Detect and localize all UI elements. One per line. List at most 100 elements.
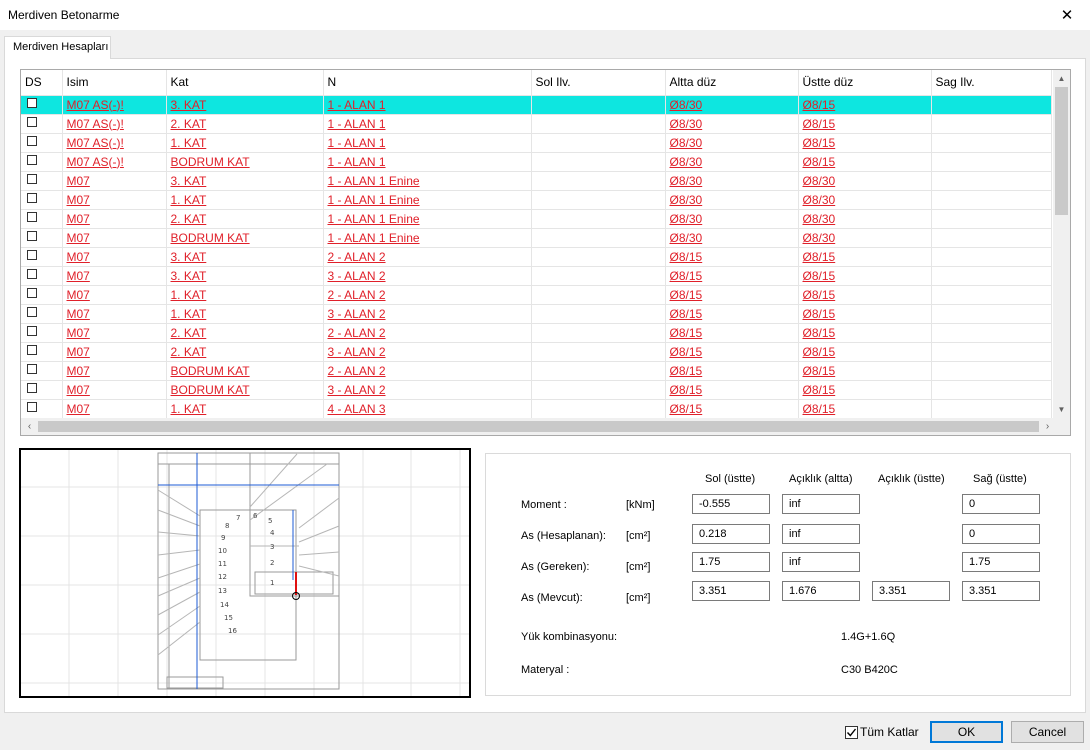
kat-link[interactable]: BODRUM KAT [171, 155, 250, 169]
table-row[interactable]: M07 1. KAT 3 - ALAN 2 Ø8/15 Ø8/15 [21, 304, 1052, 324]
ds-checkbox[interactable] [27, 383, 37, 394]
ds-checkbox[interactable] [27, 174, 37, 185]
ds-checkbox[interactable] [27, 212, 37, 223]
n-link[interactable]: 1 - ALAN 1 Enine [328, 193, 420, 207]
ds-checkbox[interactable] [27, 364, 37, 375]
isim-link[interactable]: M07 [67, 193, 90, 207]
altta-duz-link[interactable]: Ø8/30 [670, 193, 703, 207]
table-row[interactable]: M07 BODRUM KAT 1 - ALAN 1 Enine Ø8/30 Ø8/30 [21, 228, 1052, 248]
ustte-duz-link[interactable]: Ø8/15 [803, 383, 836, 397]
n-link[interactable]: 1 - ALAN 1 [328, 117, 386, 131]
tab-merdiven-hesaplari[interactable]: Merdiven Hesapları [4, 36, 111, 59]
tum-katlar-checkbox[interactable]: Tüm Katlar [845, 725, 919, 739]
col-header-kat[interactable]: Kat [166, 70, 324, 96]
kat-link[interactable]: 1. KAT [171, 193, 207, 207]
altta-duz-link[interactable]: Ø8/30 [670, 174, 703, 188]
checkbox-checked-icon[interactable] [845, 725, 858, 739]
kat-link[interactable]: BODRUM KAT [171, 364, 250, 378]
ds-checkbox[interactable] [27, 231, 37, 242]
ds-checkbox[interactable] [27, 136, 37, 147]
table-row[interactable]: M07 3. KAT 3 - ALAN 2 Ø8/15 Ø8/15 [21, 266, 1052, 286]
kat-link[interactable]: 3. KAT [171, 174, 207, 188]
ustte-duz-link[interactable]: Ø8/15 [803, 98, 836, 112]
isim-link[interactable]: M07 AS(-)! [67, 98, 124, 112]
scroll-right-icon[interactable]: › [1039, 418, 1056, 435]
ds-checkbox[interactable] [27, 98, 37, 109]
cancel-button[interactable]: Cancel [1011, 721, 1084, 743]
kat-link[interactable]: 1. KAT [171, 288, 207, 302]
kat-link[interactable]: 1. KAT [171, 307, 207, 321]
isim-link[interactable]: M07 [67, 231, 90, 245]
isim-link[interactable]: M07 [67, 250, 90, 264]
isim-link[interactable]: M07 [67, 212, 90, 226]
horizontal-scroll-thumb[interactable] [38, 421, 1039, 432]
ds-checkbox[interactable] [27, 326, 37, 337]
ustte-duz-link[interactable]: Ø8/15 [803, 117, 836, 131]
kat-link[interactable]: 3. KAT [171, 250, 207, 264]
ds-checkbox[interactable] [27, 155, 37, 166]
n-link[interactable]: 1 - ALAN 1 Enine [328, 231, 420, 245]
table-row[interactable]: M07 BODRUM KAT 2 - ALAN 2 Ø8/15 Ø8/15 [21, 361, 1052, 381]
close-button[interactable]: ✕ [1044, 0, 1090, 30]
ustte-duz-link[interactable]: Ø8/30 [803, 193, 836, 207]
kat-link[interactable]: 2. KAT [171, 212, 207, 226]
altta-duz-link[interactable]: Ø8/30 [670, 212, 703, 226]
altta-duz-link[interactable]: Ø8/15 [670, 269, 703, 283]
ds-checkbox[interactable] [27, 288, 37, 299]
isim-link[interactable]: M07 [67, 364, 90, 378]
altta-duz-link[interactable]: Ø8/15 [670, 345, 703, 359]
n-link[interactable]: 3 - ALAN 2 [328, 307, 386, 321]
kat-link[interactable]: 3. KAT [171, 98, 207, 112]
col-header-sag-ilv[interactable]: Sag Ilv. [931, 70, 1052, 96]
ustte-duz-link[interactable]: Ø8/15 [803, 155, 836, 169]
ustte-duz-link[interactable]: Ø8/15 [803, 269, 836, 283]
ustte-duz-link[interactable]: Ø8/15 [803, 136, 836, 150]
altta-duz-link[interactable]: Ø8/15 [670, 288, 703, 302]
ustte-duz-link[interactable]: Ø8/15 [803, 288, 836, 302]
isim-link[interactable]: M07 [67, 383, 90, 397]
n-link[interactable]: 2 - ALAN 2 [328, 364, 386, 378]
table-row[interactable]: M07 AS(-)! 3. KAT 1 - ALAN 1 Ø8/30 Ø8/15 [21, 95, 1052, 115]
n-link[interactable]: 1 - ALAN 1 [328, 155, 386, 169]
table-row[interactable]: M07 2. KAT 2 - ALAN 2 Ø8/15 Ø8/15 [21, 323, 1052, 343]
table-row[interactable]: M07 2. KAT 1 - ALAN 1 Enine Ø8/30 Ø8/30 [21, 209, 1052, 229]
n-link[interactable]: 1 - ALAN 1 Enine [328, 212, 420, 226]
kat-link[interactable]: 2. KAT [171, 117, 207, 131]
kat-link[interactable]: 2. KAT [171, 345, 207, 359]
col-header-isim[interactable]: Isim [62, 70, 167, 96]
n-link[interactable]: 3 - ALAN 2 [328, 269, 386, 283]
kat-link[interactable]: 1. KAT [171, 402, 207, 416]
ustte-duz-link[interactable]: Ø8/15 [803, 250, 836, 264]
n-link[interactable]: 3 - ALAN 2 [328, 383, 386, 397]
ustte-duz-link[interactable]: Ø8/15 [803, 326, 836, 340]
table-row[interactable]: M07 1. KAT 1 - ALAN 1 Enine Ø8/30 Ø8/30 [21, 190, 1052, 210]
isim-link[interactable]: M07 [67, 326, 90, 340]
table-row[interactable]: M07 1. KAT 4 - ALAN 3 Ø8/15 Ø8/15 [21, 399, 1052, 419]
n-link[interactable]: 1 - ALAN 1 Enine [328, 174, 420, 188]
ds-checkbox[interactable] [27, 307, 37, 318]
altta-duz-link[interactable]: Ø8/30 [670, 136, 703, 150]
isim-link[interactable]: M07 [67, 345, 90, 359]
altta-duz-link[interactable]: Ø8/15 [670, 307, 703, 321]
col-header-ds[interactable]: DS [21, 70, 63, 96]
ustte-duz-link[interactable]: Ø8/15 [803, 364, 836, 378]
table-row[interactable]: M07 AS(-)! BODRUM KAT 1 - ALAN 1 Ø8/30 Ø8/15 [21, 152, 1052, 172]
ds-checkbox[interactable] [27, 117, 37, 128]
ustte-duz-link[interactable]: Ø8/15 [803, 345, 836, 359]
n-link[interactable]: 1 - ALAN 1 [328, 136, 386, 150]
altta-duz-link[interactable]: Ø8/15 [670, 326, 703, 340]
kat-link[interactable]: 1. KAT [171, 136, 207, 150]
ds-checkbox[interactable] [27, 193, 37, 204]
table-row[interactable]: M07 AS(-)! 1. KAT 1 - ALAN 1 Ø8/30 Ø8/15 [21, 133, 1052, 153]
altta-duz-link[interactable]: Ø8/30 [670, 117, 703, 131]
isim-link[interactable]: M07 [67, 174, 90, 188]
grid-horizontal-scrollbar[interactable]: ‹ › [21, 418, 1070, 435]
isim-link[interactable]: M07 [67, 402, 90, 416]
altta-duz-link[interactable]: Ø8/15 [670, 402, 703, 416]
isim-link[interactable]: M07 AS(-)! [67, 155, 124, 169]
col-header-sol-ilv[interactable]: Sol Ilv. [531, 70, 666, 96]
ustte-duz-link[interactable]: Ø8/30 [803, 212, 836, 226]
isim-link[interactable]: M07 AS(-)! [67, 117, 124, 131]
ds-checkbox[interactable] [27, 402, 37, 413]
scroll-up-icon[interactable]: ▲ [1053, 70, 1070, 87]
